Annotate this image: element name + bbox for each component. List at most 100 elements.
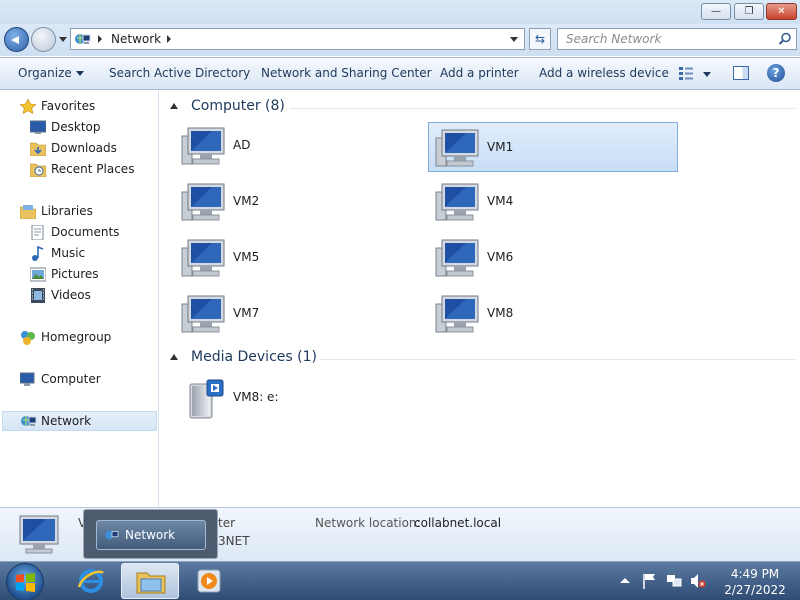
computer-name: VM7 bbox=[233, 306, 260, 320]
computer-name: VM2 bbox=[233, 194, 260, 208]
show-hidden-icons-button[interactable] bbox=[620, 578, 630, 583]
close-button[interactable]: ✕ bbox=[766, 3, 797, 20]
navigation-bar: Network ⇆ Search Network bbox=[0, 24, 800, 56]
breadcrumb-arrow-icon[interactable] bbox=[167, 35, 171, 43]
navigation-pane: Favorites Desktop Downloads Recent Place… bbox=[0, 91, 159, 507]
taskbar-thumbnail[interactable]: Network bbox=[83, 509, 218, 559]
music-icon bbox=[32, 246, 44, 261]
computer-tile[interactable]: VM1 bbox=[428, 122, 678, 172]
recent-pages-dropdown[interactable] bbox=[59, 37, 67, 42]
computer-icon bbox=[181, 127, 225, 165]
network-icon bbox=[21, 416, 37, 426]
breadcrumb-arrow-icon[interactable] bbox=[98, 35, 102, 43]
sidebar-item-documents[interactable]: Documents bbox=[30, 223, 180, 243]
computer-icon bbox=[435, 295, 479, 333]
group-header-computer[interactable]: Computer (8) bbox=[170, 96, 795, 118]
media-device-tile[interactable]: VM8: e: bbox=[175, 373, 425, 423]
sidebar-item-music[interactable]: Music bbox=[30, 244, 180, 264]
computer-name: VM4 bbox=[487, 194, 514, 208]
back-button[interactable] bbox=[4, 27, 29, 52]
computer-name: VM6 bbox=[487, 250, 514, 264]
computer-tile[interactable]: AD bbox=[175, 121, 425, 171]
group-header-media-devices[interactable]: Media Devices (1) bbox=[170, 347, 795, 369]
search-input[interactable]: Search Network bbox=[566, 32, 661, 46]
media-device-name: VM8: e: bbox=[233, 390, 279, 404]
view-options-icon[interactable] bbox=[679, 67, 693, 80]
computer-icon bbox=[181, 295, 225, 333]
search-icon[interactable] bbox=[778, 32, 792, 46]
address-bar[interactable]: Network bbox=[70, 28, 525, 50]
sidebar-item-label: Documents bbox=[51, 225, 120, 239]
minimize-icon: — bbox=[711, 6, 721, 17]
start-button[interactable] bbox=[6, 563, 44, 600]
sidebar-item-network[interactable]: Network bbox=[2, 411, 157, 431]
computer-tile[interactable]: VM5 bbox=[175, 233, 425, 283]
view-options-dropdown[interactable] bbox=[703, 72, 711, 77]
breadcrumb-network[interactable]: Network bbox=[111, 32, 161, 46]
sidebar-item-computer[interactable]: Computer bbox=[20, 370, 170, 390]
desktop-icon bbox=[30, 120, 46, 134]
maximize-button[interactable]: ❐ bbox=[734, 3, 764, 20]
add-wireless-device-button[interactable]: Add a wireless device bbox=[539, 66, 669, 80]
sidebar-item-videos[interactable]: Videos bbox=[30, 286, 180, 306]
clock[interactable]: 4:49 PM 2/27/2022 bbox=[715, 566, 795, 598]
sidebar-item-pictures[interactable]: Pictures bbox=[30, 265, 180, 285]
clock-time: 4:49 PM bbox=[730, 567, 780, 581]
computer-icon bbox=[435, 129, 479, 167]
address-history-dropdown[interactable] bbox=[510, 37, 518, 42]
sidebar-item-libraries[interactable]: Libraries bbox=[20, 202, 170, 222]
collapse-icon[interactable] bbox=[170, 103, 178, 109]
close-icon: ✕ bbox=[777, 6, 786, 17]
organize-button[interactable]: Organize bbox=[18, 66, 84, 80]
collapse-icon[interactable] bbox=[170, 354, 178, 360]
add-printer-button[interactable]: Add a printer bbox=[440, 66, 519, 80]
folder-icon bbox=[136, 572, 166, 594]
sidebar-item-label: Pictures bbox=[51, 267, 99, 281]
volume-muted-icon[interactable] bbox=[690, 573, 706, 589]
sidebar-item-label: Network bbox=[41, 414, 92, 428]
taskbar-internet-explorer[interactable] bbox=[62, 563, 120, 599]
windows-logo-icon bbox=[16, 573, 35, 592]
thumbnail-window[interactable]: Network bbox=[96, 520, 206, 550]
computer-tile[interactable]: VM8 bbox=[429, 289, 679, 339]
computer-tile[interactable]: VM2 bbox=[175, 177, 425, 227]
forward-button[interactable] bbox=[31, 27, 56, 52]
search-box[interactable]: Search Network bbox=[557, 28, 797, 50]
taskbar-media-player[interactable] bbox=[180, 563, 238, 599]
libraries-icon bbox=[20, 205, 36, 219]
computer-tile[interactable]: VM7 bbox=[175, 289, 425, 339]
sidebar-item-favorites[interactable]: Favorites bbox=[20, 97, 170, 117]
sidebar-item-label: Favorites bbox=[41, 99, 96, 113]
computer-icon bbox=[435, 239, 479, 277]
title-bar: — ❐ ✕ bbox=[0, 0, 800, 24]
computer-tile[interactable]: VM6 bbox=[429, 233, 679, 283]
homegroup-icon bbox=[21, 331, 35, 345]
computer-name: VM5 bbox=[233, 250, 260, 264]
network-sharing-center-button[interactable]: Network and Sharing Center bbox=[261, 66, 432, 80]
sidebar-item-desktop[interactable]: Desktop bbox=[30, 118, 180, 138]
sidebar-item-homegroup[interactable]: Homegroup bbox=[20, 328, 170, 348]
sidebar-item-label: Downloads bbox=[51, 141, 117, 155]
organize-label: Organize bbox=[18, 66, 72, 80]
details-category: ter bbox=[218, 516, 236, 530]
restore-icon: ❐ bbox=[744, 6, 754, 17]
taskbar-windows-explorer[interactable] bbox=[121, 563, 179, 599]
group-divider bbox=[290, 108, 795, 109]
system-tray bbox=[618, 572, 718, 592]
computer-name: VM8 bbox=[487, 306, 514, 320]
sidebar-item-downloads[interactable]: Downloads bbox=[30, 139, 180, 159]
refresh-button[interactable]: ⇆ bbox=[529, 28, 551, 50]
search-active-directory-button[interactable]: Search Active Directory bbox=[109, 66, 250, 80]
network-status-icon[interactable] bbox=[666, 573, 682, 589]
sidebar-item-recent-places[interactable]: Recent Places bbox=[30, 160, 180, 180]
action-center-flag-icon[interactable] bbox=[642, 573, 656, 589]
help-icon[interactable]: ? bbox=[767, 64, 785, 82]
group-divider bbox=[320, 359, 795, 360]
file-list: Computer (8) AD VM1 VM2 VM4 VM5 VM6 VM7 VM8 Med… bbox=[160, 91, 800, 507]
preview-pane-icon[interactable] bbox=[733, 66, 749, 80]
network-location-label: Network location: bbox=[315, 516, 421, 530]
sidebar-item-label: Homegroup bbox=[41, 330, 112, 344]
computer-tile[interactable]: VM4 bbox=[429, 177, 679, 227]
minimize-button[interactable]: — bbox=[701, 3, 731, 20]
internet-explorer-icon bbox=[77, 569, 104, 593]
